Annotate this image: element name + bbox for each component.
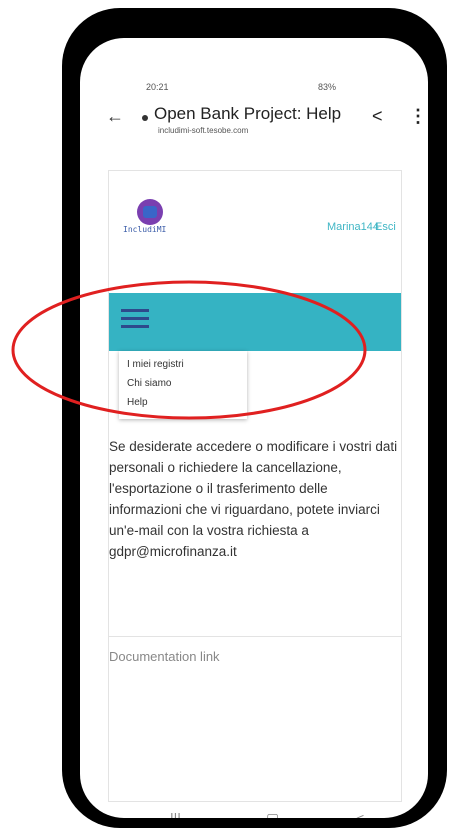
site-navbar — [109, 293, 401, 351]
arrow-left-icon[interactable]: ← — [106, 106, 124, 127]
logo-icon — [137, 199, 163, 225]
browser-toolbar: ← Open Bank Project: Help includimi-soft… — [102, 102, 427, 146]
back-nav-icon[interactable]: < — [356, 810, 364, 818]
nav-dropdown-menu: I miei registri Chi siamo Help — [119, 351, 247, 419]
web-page: IncludiMI Marina144 Esci I miei registri… — [108, 170, 402, 802]
secure-dot-icon — [142, 115, 148, 121]
menu-item-about[interactable]: Chi siamo — [127, 378, 171, 389]
logout-link[interactable]: Esci — [375, 221, 396, 233]
site-logo[interactable]: IncludiMI — [123, 199, 193, 243]
share-icon[interactable]: < — [372, 106, 383, 127]
phone-screen: 20:21 83% ← Open Bank Project: Help incl… — [80, 38, 428, 818]
page-title[interactable]: Open Bank Project: Help — [154, 104, 341, 124]
android-nav-bar: ||| ▢ < — [166, 806, 428, 818]
status-time: 20:21 — [146, 82, 169, 92]
page-domain[interactable]: includimi-soft.tesobe.com — [158, 126, 248, 135]
status-indicators: 83% — [317, 82, 336, 92]
status-bar: 20:21 83% — [146, 78, 336, 98]
privacy-paragraph: Se desiderate accedere o modificare i vo… — [109, 439, 398, 559]
documentation-link[interactable]: Documentation link — [109, 649, 220, 664]
menu-item-help[interactable]: Help — [127, 397, 148, 408]
username-link[interactable]: Marina144 — [327, 221, 379, 233]
logo-text: IncludiMI — [123, 225, 167, 234]
menu-item-my-registers[interactable]: I miei registri — [127, 359, 184, 370]
kebab-icon[interactable]: ⋮ — [409, 106, 427, 127]
home-icon[interactable]: ▢ — [266, 810, 279, 818]
divider — [109, 636, 401, 637]
recent-apps-icon[interactable]: ||| — [170, 810, 181, 818]
hamburger-menu-icon[interactable] — [121, 309, 149, 331]
